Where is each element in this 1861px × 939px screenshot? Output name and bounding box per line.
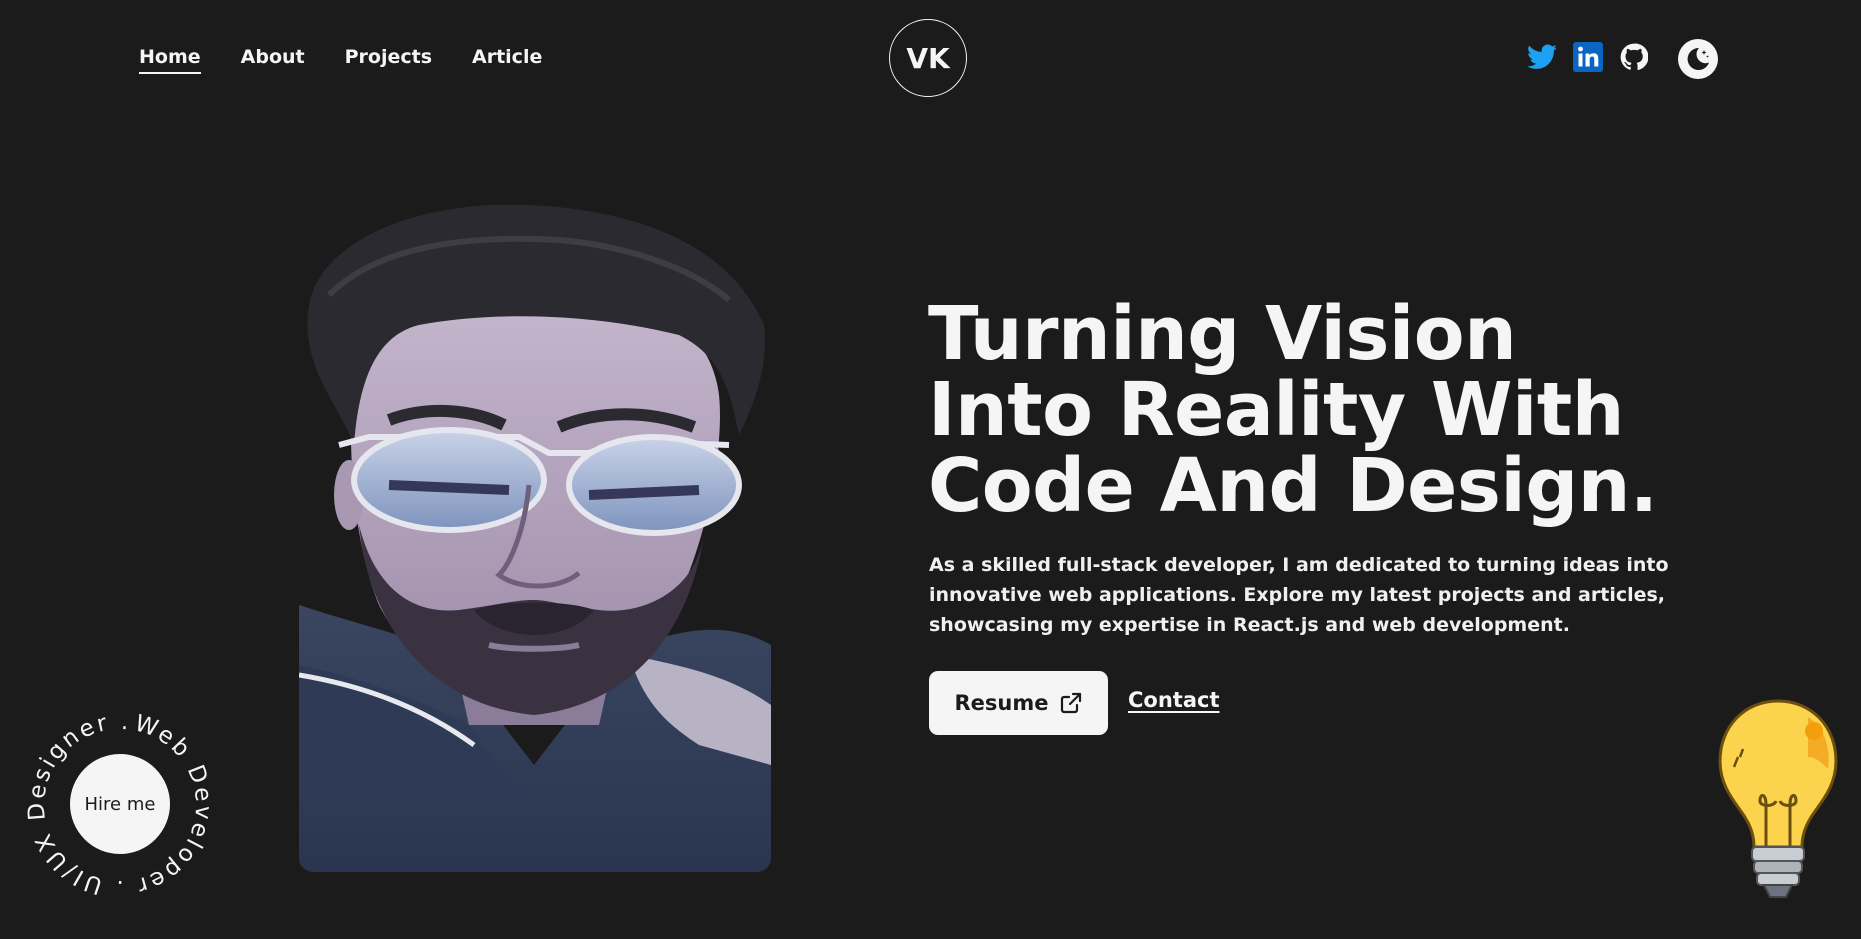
- main-nav: Home About Projects Article: [139, 46, 542, 74]
- social-links: [1527, 42, 1649, 72]
- nav-link-home[interactable]: Home: [139, 46, 201, 74]
- logo-initials: VK: [906, 41, 950, 75]
- resume-button[interactable]: Resume: [929, 671, 1108, 735]
- external-link-icon: [1060, 692, 1081, 714]
- resume-label: Resume: [954, 691, 1049, 715]
- hero-intro: As a skilled full-stack developer, I am …: [929, 554, 1669, 636]
- profile-portrait: [299, 205, 771, 872]
- contact-link[interactable]: Contact: [1128, 688, 1220, 712]
- github-icon[interactable]: [1619, 42, 1649, 72]
- nav-link-about[interactable]: About: [241, 46, 305, 74]
- hero-headline: Turning Vision Into Reality With Code An…: [928, 291, 1658, 529]
- hire-me-label: Hire me: [84, 793, 156, 815]
- nav-link-projects[interactable]: Projects: [345, 46, 432, 74]
- moon-icon: [1687, 47, 1709, 70]
- nav-link-article[interactable]: Article: [472, 46, 542, 74]
- logo[interactable]: VK: [889, 19, 967, 97]
- hire-me-badge: Web Developer . UI/UX Designer . Hire me: [9, 693, 232, 916]
- linkedin-icon[interactable]: [1573, 42, 1603, 72]
- twitter-icon[interactable]: [1527, 42, 1557, 72]
- lightbulb-illustration: [1716, 697, 1840, 905]
- hire-me-button[interactable]: Hire me: [70, 754, 170, 854]
- theme-toggle-button[interactable]: [1678, 39, 1718, 79]
